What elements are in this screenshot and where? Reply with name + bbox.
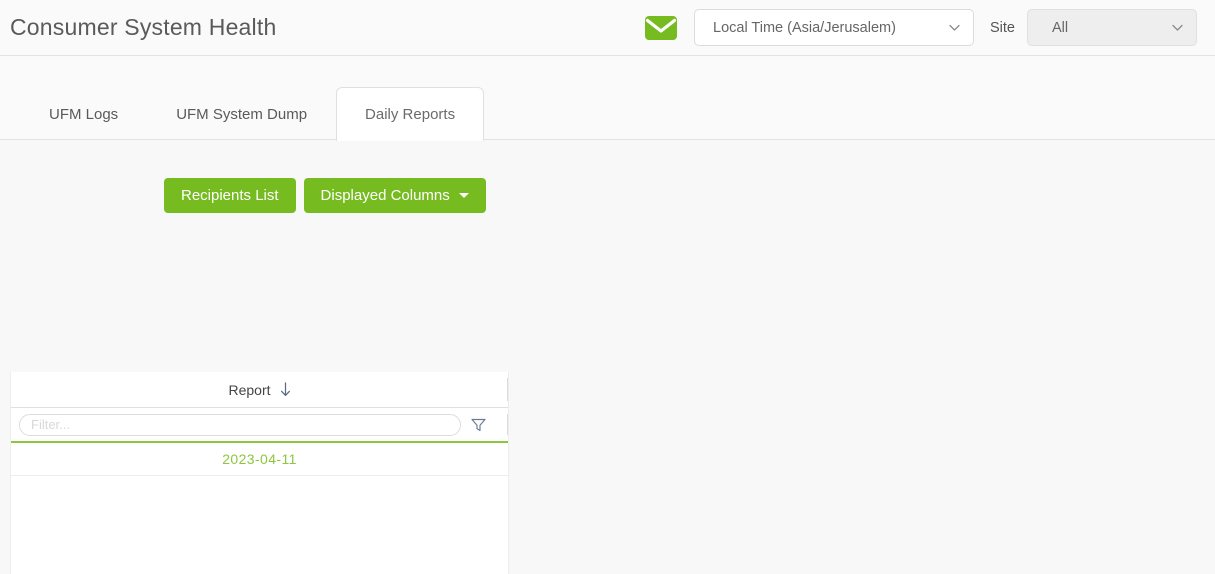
- recipients-list-label: Recipients List: [181, 187, 279, 204]
- displayed-columns-label: Displayed Columns: [321, 187, 450, 204]
- report-date-link[interactable]: 2023-04-11: [222, 451, 297, 467]
- site-label: Site: [990, 20, 1015, 36]
- envelope-icon[interactable]: [644, 14, 678, 42]
- grid-empty-space: [11, 476, 508, 574]
- tab-bar: UFM Logs UFM System Dump Daily Reports: [0, 56, 1215, 140]
- grid-header-row: Report: [11, 372, 508, 408]
- report-toolbar: Recipients List Displayed Columns: [0, 140, 1215, 213]
- tab-ufm-logs[interactable]: UFM Logs: [20, 87, 147, 140]
- report-filter-input[interactable]: [19, 414, 461, 436]
- arrow-down-icon: [280, 382, 291, 397]
- table-row[interactable]: 2023-04-11: [11, 443, 508, 476]
- content-area: Recipients List Displayed Columns Report: [0, 140, 1215, 574]
- tab-ufm-system-dump[interactable]: UFM System Dump: [147, 87, 336, 140]
- header-controls: Local Time (Asia/Jerusalem) Site All: [644, 9, 1197, 46]
- recipients-list-button[interactable]: Recipients List: [164, 178, 296, 213]
- funnel-icon[interactable]: [471, 418, 486, 432]
- chevron-down-icon: [1171, 21, 1184, 34]
- site-select[interactable]: All: [1027, 9, 1197, 46]
- timezone-value: Local Time (Asia/Jerusalem): [713, 20, 896, 36]
- grid-filter-row: [11, 408, 508, 443]
- app-header: Consumer System Health Local Time (Asia/…: [0, 0, 1215, 56]
- site-value: All: [1052, 20, 1068, 36]
- column-resize-handle[interactable]: [507, 378, 508, 401]
- page-title: Consumer System Health: [10, 14, 276, 41]
- tab-daily-reports[interactable]: Daily Reports: [336, 87, 484, 141]
- chevron-down-icon: [948, 21, 961, 34]
- timezone-select[interactable]: Local Time (Asia/Jerusalem): [694, 9, 974, 46]
- caret-down-icon: [459, 193, 469, 198]
- column-header-report[interactable]: Report: [228, 382, 290, 398]
- displayed-columns-button[interactable]: Displayed Columns: [304, 178, 486, 213]
- column-header-label: Report: [228, 382, 270, 398]
- reports-grid: Report 2023-04-11: [10, 372, 509, 574]
- column-resize-handle[interactable]: [507, 414, 508, 435]
